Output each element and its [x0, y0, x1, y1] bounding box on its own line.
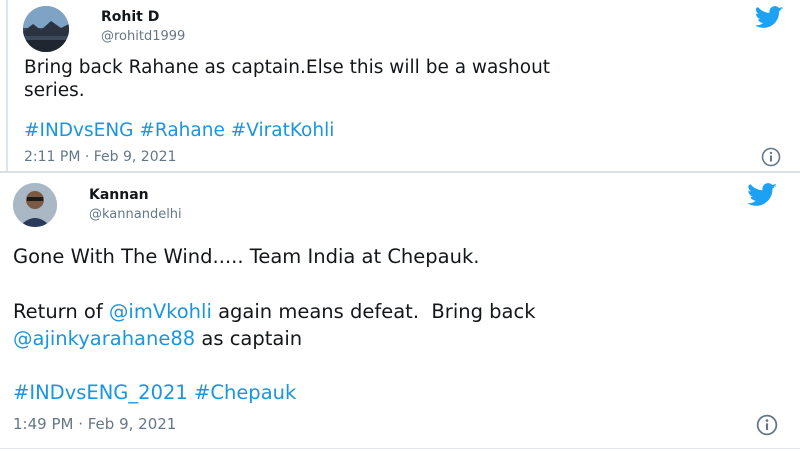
hashtag-row: #INDvsENG_2021 #Chepauk	[13, 381, 296, 404]
line2-suffix: again means defeat. Bring back	[211, 300, 536, 323]
info-circle-icon[interactable]	[756, 414, 778, 436]
avatar-portrait-image	[13, 183, 57, 227]
display-name[interactable]: Kannan	[89, 187, 149, 203]
twitter-bird-icon[interactable]	[748, 183, 778, 207]
thread-divider	[6, 0, 8, 173]
avatar[interactable]	[23, 6, 69, 52]
tweet-timestamp[interactable]: 2:11 PM · Feb 9, 2021	[24, 149, 176, 165]
info-circle-icon[interactable]	[761, 147, 781, 167]
tweet-card-rohit: Rohit D @rohitd1999 Bring back Rahane as…	[0, 0, 800, 173]
hashtag-viratkohli[interactable]: #ViratKohli	[231, 120, 335, 141]
hashtag-row: #INDvsENG #Rahane #ViratKohli	[24, 120, 334, 141]
display-name[interactable]: Rohit D	[101, 9, 159, 25]
user-handle[interactable]: @rohitd1999	[101, 29, 185, 44]
hashtag-indvseng-2021[interactable]: #INDvsENG_2021	[13, 381, 188, 404]
tweet-card-kannan: Kannan @kannandelhi Gone With The Wind..…	[0, 173, 800, 451]
hashtag-rahane[interactable]: #Rahane	[139, 120, 224, 141]
tweet-timestamp[interactable]: 1:49 PM · Feb 9, 2021	[13, 415, 176, 433]
mention-ajinkyarahane88[interactable]: @ajinkyarahane88	[13, 327, 195, 350]
tweet-text: Bring back Rahane as captain.Else this w…	[24, 57, 551, 78]
line2-prefix: Return of	[13, 300, 109, 323]
twitter-bird-icon[interactable]	[756, 6, 784, 29]
tweet-text-line3: @ajinkyarahane88 as captain	[13, 327, 302, 350]
tweet-text-line2: Return of @imVkohli again means defeat. …	[13, 300, 536, 323]
user-handle[interactable]: @kannandelhi	[89, 207, 182, 222]
tweet-bottom-border	[0, 448, 800, 449]
avatar-landscape-image	[23, 6, 69, 52]
tweet-text-continued: series.	[24, 80, 85, 101]
mention-imvkohli[interactable]: @imVkohli	[109, 300, 212, 323]
avatar[interactable]	[13, 183, 57, 227]
line3-suffix: as captain	[195, 327, 303, 350]
hashtag-chepauk[interactable]: #Chepauk	[194, 381, 296, 404]
hashtag-indvseng[interactable]: #INDvsENG	[24, 120, 134, 141]
tweet-text-line1: Gone With The Wind..... Team India at Ch…	[13, 245, 480, 268]
